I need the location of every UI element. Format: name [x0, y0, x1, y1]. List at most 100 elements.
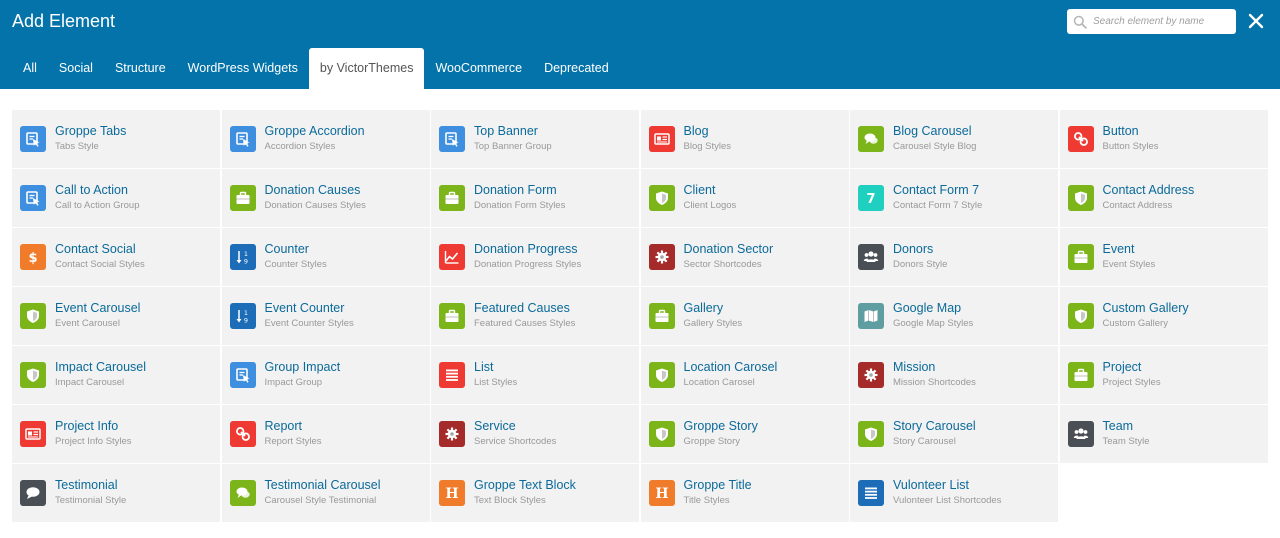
element-name: Client — [683, 183, 716, 197]
modal-title: Add Element — [12, 11, 116, 31]
users-icon — [858, 244, 884, 270]
close-icon[interactable] — [1247, 12, 1265, 30]
tab-deprecated[interactable]: Deprecated — [533, 48, 620, 89]
element-name: Team — [1102, 419, 1134, 433]
tab-woocommerce[interactable]: WooCommerce — [424, 48, 533, 89]
briefcase-icon — [439, 185, 465, 211]
element-item-call-to-action[interactable]: Call to Action Call to Action Group — [12, 169, 220, 227]
tab-by-victorthemes[interactable]: by VictorThemes — [308, 48, 425, 89]
element-description: Button Styles — [1102, 141, 1159, 152]
search-box[interactable] — [1067, 9, 1236, 34]
element-description: Event Carousel — [55, 318, 120, 329]
element-item-gallery[interactable]: Gallery Gallery Styles — [640, 287, 849, 345]
element-item-counter[interactable]: 1 9 Counter Counter Styles — [221, 228, 430, 286]
tab-all[interactable]: All — [12, 48, 48, 89]
search-icon — [1073, 15, 1087, 29]
seven-icon: 7 — [858, 185, 884, 211]
element-item-google-map[interactable]: Google Map Google Map Styles — [850, 287, 1058, 345]
element-description: Project Styles — [1102, 377, 1161, 388]
element-item-groppe-title[interactable]: H Groppe Title Title Styles — [640, 464, 849, 522]
pointer-icon — [229, 362, 256, 388]
element-description: Impact Carousel — [55, 377, 125, 388]
element-item-team[interactable]: Team Team Style — [1059, 405, 1268, 463]
element-item-donation-form[interactable]: Donation Form Donation Form Styles — [431, 169, 639, 227]
element-description: Mission Shortcodes — [893, 377, 976, 388]
element-item-event-carousel[interactable]: Event Carousel Event Carousel — [12, 287, 220, 345]
element-description: Contact Address — [1102, 200, 1173, 211]
element-description: Donation Form Styles — [474, 200, 566, 211]
element-description: Blog Styles — [683, 141, 732, 152]
element-description: Testimonial Style — [55, 495, 127, 506]
element-item-donation-causes[interactable]: Donation Causes Donation Causes Styles — [221, 169, 430, 227]
element-name: Google Map — [893, 301, 962, 315]
tab-social[interactable]: Social — [48, 48, 104, 89]
element-item-impact-carousel[interactable]: Impact Carousel Impact Carousel — [12, 346, 220, 404]
element-description: Carousel Style Blog — [893, 141, 977, 152]
element-description: Location Carosel — [683, 377, 755, 388]
element-item-project-info[interactable]: Project Info Project Info Styles — [12, 405, 220, 463]
element-description: Contact Form 7 Style — [893, 200, 983, 211]
id-card-icon — [20, 421, 46, 447]
element-item-featured-causes[interactable]: Featured Causes Featured Causes Styles — [431, 287, 639, 345]
element-item-groppe-text-block[interactable]: H Groppe Text Block Text Block Styles — [431, 464, 639, 522]
element-item-event[interactable]: Event Event Styles — [1059, 228, 1268, 286]
element-name: Groppe Accordion — [264, 124, 365, 138]
element-name: Story Carousel — [893, 419, 976, 433]
shield-icon — [648, 185, 675, 211]
element-name: Service — [474, 419, 516, 433]
chat-icon — [858, 126, 884, 152]
element-item-custom-gallery[interactable]: Custom Gallery Custom Gallery — [1059, 287, 1268, 345]
element-name: Blog — [683, 124, 709, 138]
element-item-contact-social[interactable]: $ Contact Social Contact Social Styles — [12, 228, 220, 286]
element-description: Featured Causes Styles — [474, 318, 576, 329]
element-item-client[interactable]: Client Client Logos — [640, 169, 849, 227]
element-item-report[interactable]: Report Report Styles — [221, 405, 430, 463]
svg-text:9: 9 — [243, 317, 247, 325]
search-input[interactable] — [1093, 16, 1233, 27]
element-item-vulonteer-list[interactable]: Vulonteer List Vulonteer List Shortcodes — [850, 464, 1058, 522]
element-name: Vulonteer List — [893, 478, 969, 492]
comment-icon — [20, 480, 46, 506]
svg-text:$: $ — [28, 251, 37, 265]
element-name: Event — [1102, 242, 1135, 256]
element-item-testimonial-carousel[interactable]: Testimonial Carousel Carousel Style Testi… — [221, 464, 430, 522]
element-item-top-banner[interactable]: Top Banner Top Banner Group — [431, 110, 639, 168]
element-item-groppe-tabs[interactable]: Groppe Tabs Tabs Style — [12, 110, 220, 168]
tab-wordpress-widgets[interactable]: WordPress Widgets — [177, 48, 309, 89]
element-item-mission[interactable]: Mission Mission Shortcodes — [850, 346, 1058, 404]
element-name: Mission — [893, 360, 936, 374]
element-item-donors[interactable]: Donors Donors Style — [850, 228, 1058, 286]
element-item-blog-carousel[interactable]: Blog Carousel Carousel Style Blog — [850, 110, 1058, 168]
element-item-project[interactable]: Project Project Styles — [1059, 346, 1268, 404]
element-item-groppe-story[interactable]: Groppe Story Groppe Story — [640, 405, 849, 463]
element-item-contact-address[interactable]: Contact Address Contact Address — [1059, 169, 1268, 227]
element-item-contact-form-7[interactable]: 7 Contact Form 7 Contact Form 7 Style — [850, 169, 1058, 227]
briefcase-icon — [1067, 362, 1094, 388]
svg-text:9: 9 — [243, 258, 247, 266]
element-item-group-impact[interactable]: Group Impact Impact Group — [221, 346, 430, 404]
element-item-testimonial[interactable]: Testimonial Testimonial Style — [12, 464, 220, 522]
element-description: Groppe Story — [683, 436, 741, 447]
tab-structure[interactable]: Structure — [104, 48, 177, 89]
element-item-list[interactable]: List List Styles — [431, 346, 639, 404]
element-description: Vulonteer List Shortcodes — [893, 495, 1002, 506]
element-item-location-carosel[interactable]: Location Carosel Location Carosel — [640, 346, 849, 404]
element-name: Button — [1102, 124, 1139, 138]
element-item-donation-progress[interactable]: Donation Progress Donation Progress Style… — [431, 228, 639, 286]
element-name: Testimonial — [55, 478, 118, 492]
element-name: Groppe Tabs — [55, 124, 127, 138]
element-item-event-counter[interactable]: 1 9 Event Counter Event Counter Styles — [221, 287, 430, 345]
heading-icon: H — [648, 480, 675, 506]
element-item-story-carousel[interactable]: Story Carousel Story Carousel — [850, 405, 1058, 463]
element-name: Groppe Story — [683, 419, 758, 433]
element-name: List — [474, 360, 494, 374]
element-item-button[interactable]: Button Button Styles — [1059, 110, 1268, 168]
element-item-groppe-accordion[interactable]: Groppe Accordion Accordion Styles — [221, 110, 430, 168]
element-item-service[interactable]: Service Service Shortcodes — [431, 405, 639, 463]
element-item-blog[interactable]: Blog Blog Styles — [640, 110, 849, 168]
element-description: List Styles — [474, 377, 518, 388]
element-item-donation-sector[interactable]: Donation Sector Sector Shortcodes — [640, 228, 849, 286]
element-description: Accordion Styles — [264, 141, 336, 152]
shield-icon — [20, 362, 46, 388]
shield-icon — [20, 303, 46, 329]
